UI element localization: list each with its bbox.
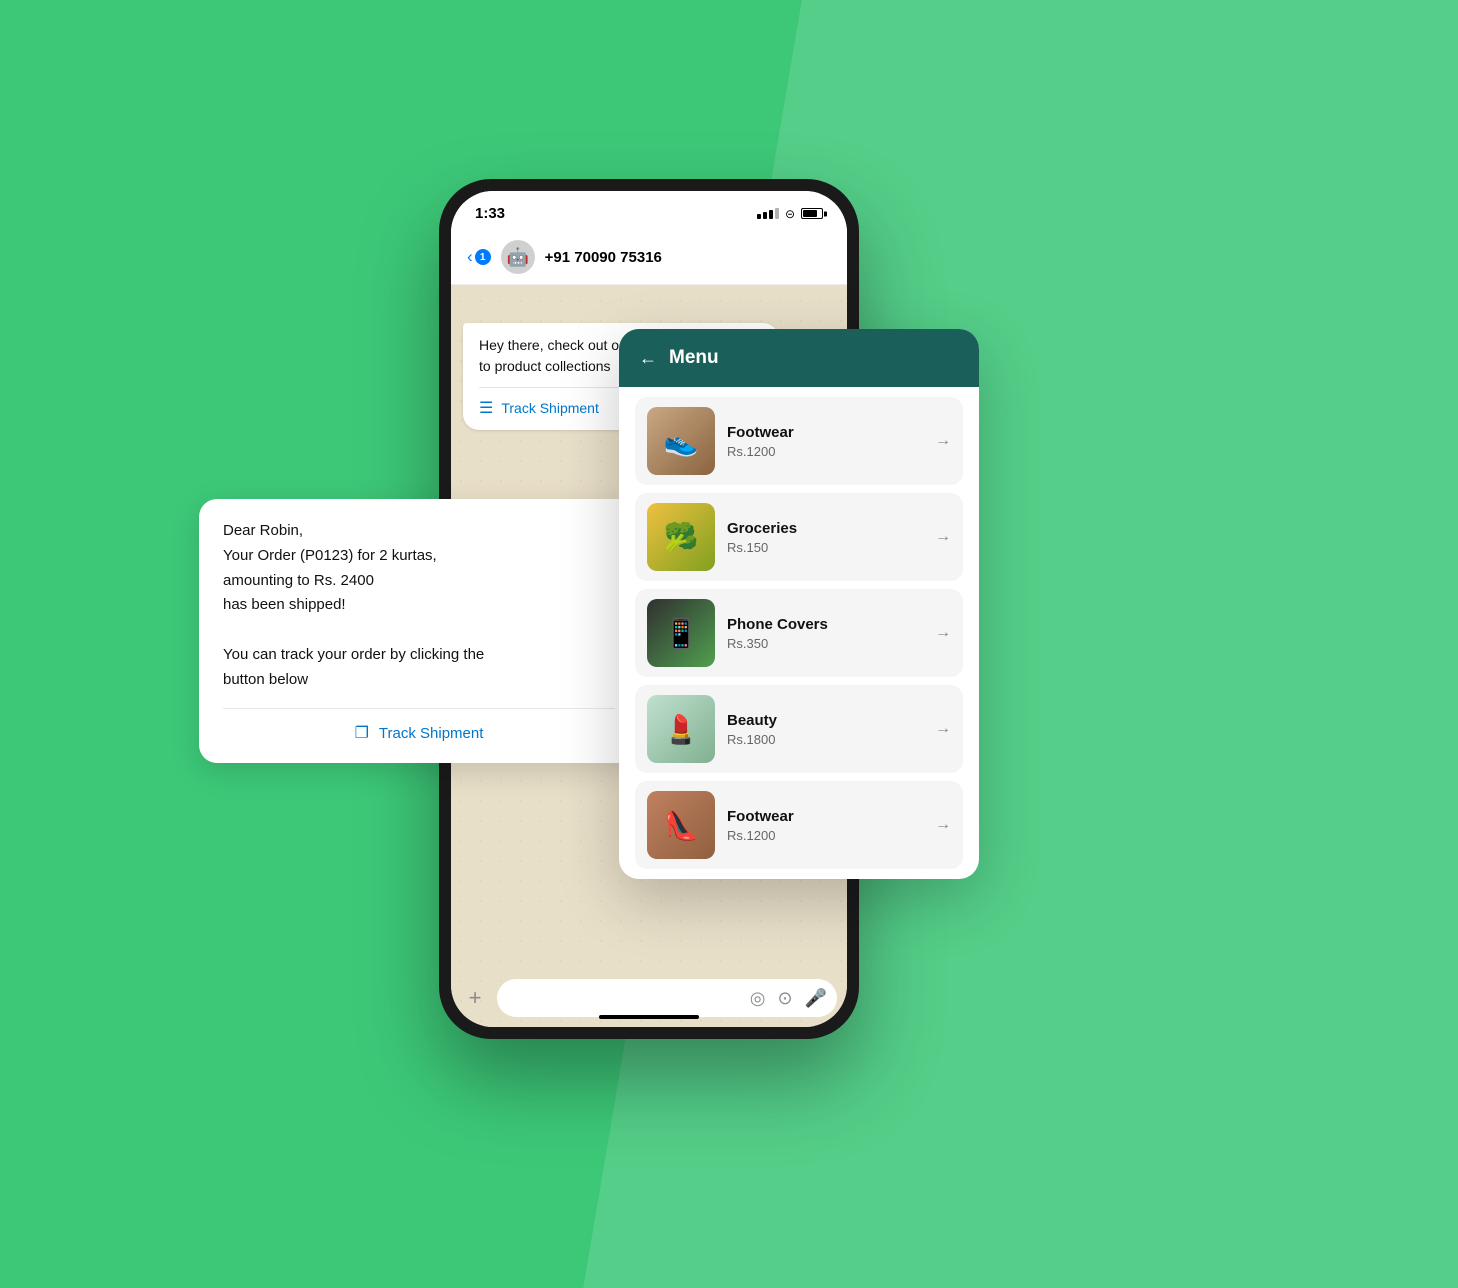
footwear-1-name: Footwear <box>727 424 923 441</box>
menu-title: Menu <box>669 347 719 369</box>
menu-item-footwear-1[interactable]: 👟 Footwear Rs.1200 → <box>635 397 963 485</box>
scene-container: 1:33 ⊝ ‹ 1 <box>279 119 1179 1169</box>
camera-icon: ⊙ <box>777 988 792 1009</box>
whatsapp-header: ‹ 1 🤖 +91 70090 75316 <box>451 230 847 285</box>
phone-covers-arrow-icon: → <box>935 624 951 642</box>
second-track-shipment-label: Track Shipment <box>379 725 483 742</box>
beauty-arrow-icon: → <box>935 720 951 738</box>
first-track-shipment-label: Track Shipment <box>501 400 599 416</box>
back-button[interactable]: ‹ 1 <box>467 247 491 267</box>
signal-bar-4 <box>775 208 779 219</box>
beauty-image: 💄 <box>647 695 715 763</box>
footwear-1-price: Rs.1200 <box>727 444 923 459</box>
menu-item-groceries[interactable]: 🥦 Groceries Rs.150 → <box>635 493 963 581</box>
second-track-shipment-button[interactable]: ❐ Track Shipment <box>223 708 615 743</box>
signal-bar-1 <box>757 214 761 219</box>
phone-covers-price: Rs.350 <box>727 636 923 651</box>
sticker-icon: ◎ <box>750 988 766 1009</box>
external-link-icon: ❐ <box>355 723 369 743</box>
battery-fill <box>803 210 817 217</box>
list-icon: ☰ <box>479 398 493 418</box>
signal-bar-3 <box>769 210 773 219</box>
signal-icon <box>757 208 779 219</box>
beauty-price: Rs.1800 <box>727 732 923 747</box>
wifi-icon: ⊝ <box>785 207 795 221</box>
notification-badge: 1 <box>475 249 491 265</box>
status-bar: 1:33 ⊝ <box>451 191 847 230</box>
footwear-2-arrow-icon: → <box>935 816 951 834</box>
menu-item-beauty[interactable]: 💄 Beauty Rs.1800 → <box>635 685 963 773</box>
signal-bar-2 <box>763 212 767 219</box>
chevron-left-icon: ‹ <box>467 247 473 267</box>
phone-covers-name: Phone Covers <box>727 616 923 633</box>
menu-item-footwear-2[interactable]: 👠 Footwear Rs.1200 → <box>635 781 963 869</box>
second-message-text: Dear Robin, Your Order (P0123) for 2 kur… <box>223 519 615 692</box>
mic-icon: 🎤 <box>805 988 827 1009</box>
home-indicator <box>599 1015 699 1019</box>
phone-covers-image: 📱 <box>647 599 715 667</box>
groceries-info: Groceries Rs.150 <box>727 520 923 555</box>
footwear-1-arrow-icon: → <box>935 432 951 450</box>
footwear-2-info: Footwear Rs.1200 <box>727 808 923 843</box>
menu-header: ← Menu <box>619 329 979 387</box>
footwear-1-info: Footwear Rs.1200 <box>727 424 923 459</box>
contact-name: +91 70090 75316 <box>545 249 662 266</box>
status-time: 1:33 <box>475 205 505 222</box>
message-input[interactable]: ◎ ⊙ 🎤 <box>497 979 837 1017</box>
groceries-name: Groceries <box>727 520 923 537</box>
footwear-2-image: 👠 <box>647 791 715 859</box>
menu-back-icon[interactable]: ← <box>639 348 657 369</box>
footwear-1-image: 👟 <box>647 407 715 475</box>
beauty-name: Beauty <box>727 712 923 729</box>
groceries-arrow-icon: → <box>935 528 951 546</box>
footwear-2-name: Footwear <box>727 808 923 825</box>
menu-items-list: 👟 Footwear Rs.1200 → 🥦 Groceries Rs.150 … <box>619 387 979 879</box>
footwear-2-price: Rs.1200 <box>727 828 923 843</box>
menu-card: ← Menu 👟 Footwear Rs.1200 → 🥦 <box>619 329 979 879</box>
phone-covers-info: Phone Covers Rs.350 <box>727 616 923 651</box>
chat-input-area: + ◎ ⊙ 🎤 <box>461 979 837 1017</box>
contact-avatar: 🤖 <box>501 240 535 274</box>
status-icons: ⊝ <box>757 207 823 221</box>
groceries-image: 🥦 <box>647 503 715 571</box>
attach-icon[interactable]: + <box>461 985 489 1011</box>
beauty-info: Beauty Rs.1800 <box>727 712 923 747</box>
second-message-bubble: Dear Robin, Your Order (P0123) for 2 kur… <box>199 499 639 763</box>
menu-item-phone-covers[interactable]: 📱 Phone Covers Rs.350 → <box>635 589 963 677</box>
groceries-price: Rs.150 <box>727 540 923 555</box>
battery-icon <box>801 208 823 219</box>
